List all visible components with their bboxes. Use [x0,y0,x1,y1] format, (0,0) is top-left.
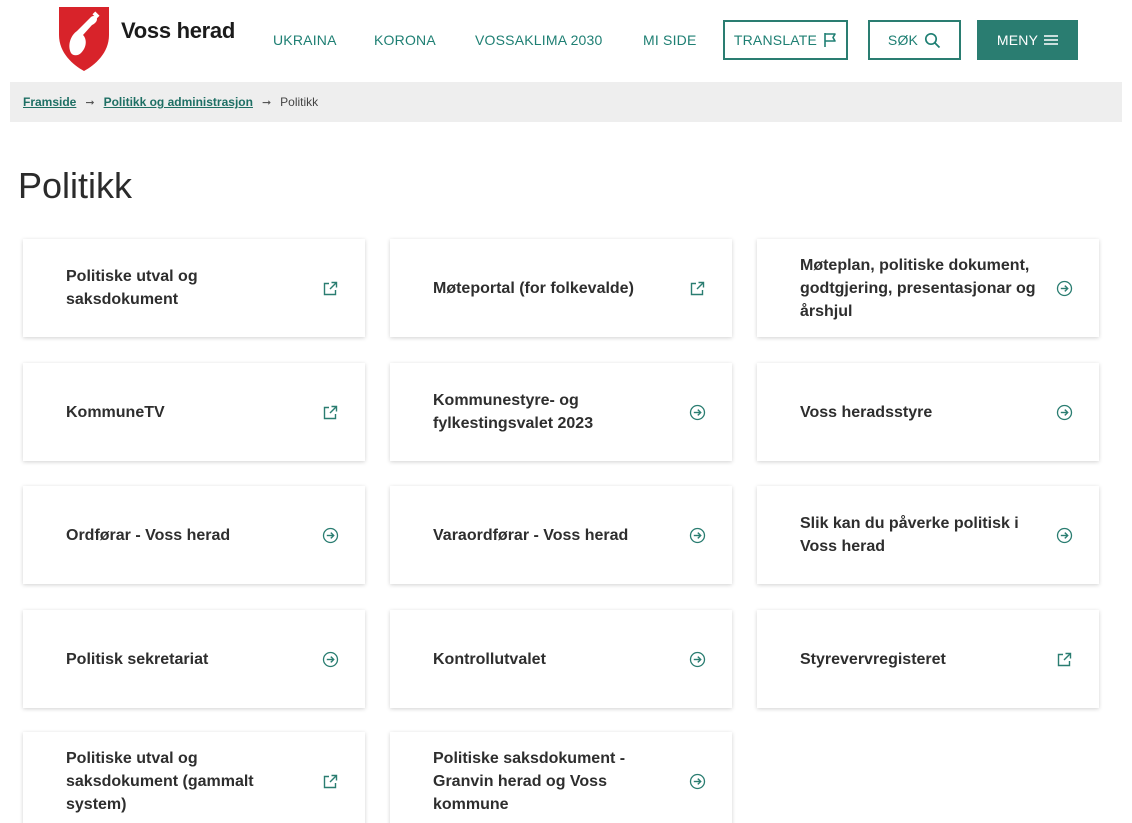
arrow-right-circle-icon [1056,280,1073,296]
link-card[interactable]: Voss heradsstyre [757,363,1099,461]
link-card-label: Politisk sekretariat [66,650,209,668]
link-card-label: Politiske utval og saksdokument (gammalt… [66,749,254,813]
arrow-right-circle-icon [322,651,339,667]
link-card[interactable]: Politiske utval og saksdokument (gammalt… [23,732,365,823]
link-card[interactable]: Kontrollutvalet [390,610,732,708]
site-header: Voss herad UKRAINA KORONA VOSSAKLIMA 203… [0,0,1132,80]
arrow-right-circle-icon [322,527,339,543]
arrow-right-circle-icon [1056,404,1073,420]
menu-button[interactable]: MENY [977,20,1078,60]
breadcrumb-link-politikk-og-administrasjon[interactable]: Politikk og administrasjon [104,95,253,109]
search-icon [925,32,941,48]
link-card[interactable]: Møteportal (for folkevalde) [390,239,732,337]
arrow-right-circle-icon [689,404,706,420]
breadcrumb-arrow-icon: ➞ [85,96,95,109]
link-card[interactable]: Slik kan du påverke politisk i Voss hera… [757,486,1099,584]
nav-link-vossaklima[interactable]: VOSSAKLIMA 2030 [475,32,603,48]
external-link-icon [323,774,338,788]
link-card[interactable]: Styrevervregisteret [757,610,1099,708]
site-logo-link[interactable]: Voss herad [57,5,235,73]
search-button[interactable]: SØK [868,20,961,60]
menu-label: MENY [996,32,1039,48]
link-card[interactable]: KommuneTV [23,363,365,461]
link-card[interactable]: Varaordførar - Voss herad [390,486,732,584]
flag-icon [824,33,836,47]
link-card[interactable]: Politiske utval og saksdokument [23,239,365,337]
link-card-label: Slik kan du påverke politisk i Voss hera… [800,515,1019,555]
external-link-icon [323,405,338,419]
page-title: Politikk [18,165,133,206]
link-card-label: Kommunestyre- og fylkestingsvalet 2023 [433,392,594,432]
nav-link-korona[interactable]: KORONA [374,32,436,48]
external-link-icon [690,281,705,295]
breadcrumb-current: Politikk [280,95,319,109]
link-card[interactable]: Politisk sekretariat [23,610,365,708]
link-card-label: Varaordførar - Voss herad [433,526,629,544]
link-card-label: Politiske utval og saksdokument [66,268,198,308]
hamburger-icon [1044,35,1059,45]
link-card[interactable]: Politiske saksdokument - Granvin herad o… [390,732,732,823]
nav-link-ukraina[interactable]: UKRAINA [273,32,337,48]
external-link-icon [323,281,338,295]
link-card-label: Styrevervregisteret [800,650,946,668]
arrow-right-circle-icon [689,527,706,543]
link-card[interactable]: Ordførar - Voss herad [23,486,365,584]
site-name: Voss herad [121,18,235,43]
translate-label: TRANSLATE [733,32,818,48]
link-card-label: Ordførar - Voss herad [66,526,231,544]
breadcrumb: Framside ➞ Politikk og administrasjon ➞ … [10,82,1122,122]
link-card-label: Møteportal (for folkevalde) [433,279,634,297]
link-card-label: Politiske saksdokument - Granvin herad o… [433,749,626,813]
arrow-right-circle-icon [689,773,706,789]
link-card-label: Møteplan, politiske dokument, godtgjerin… [800,256,1036,320]
breadcrumb-link-framside[interactable]: Framside [23,95,76,109]
search-label: SØK [887,32,919,48]
breadcrumb-arrow-icon: ➞ [261,96,272,109]
link-card-label: Voss heradsstyre [800,403,933,421]
arrow-right-circle-icon [1056,527,1073,543]
coat-of-arms-icon [59,7,109,71]
link-card-label: KommuneTV [66,403,165,421]
external-link-icon [1057,652,1072,666]
link-card[interactable]: Kommunestyre- og fylkestingsvalet 2023 [390,363,732,461]
link-card-label: Kontrollutvalet [433,650,546,668]
link-card[interactable]: Møteplan, politiske dokument, godtgjerin… [757,239,1099,337]
translate-button[interactable]: TRANSLATE [723,20,848,60]
arrow-right-circle-icon [689,651,706,667]
nav-link-mi-side[interactable]: MI SIDE [643,32,697,48]
